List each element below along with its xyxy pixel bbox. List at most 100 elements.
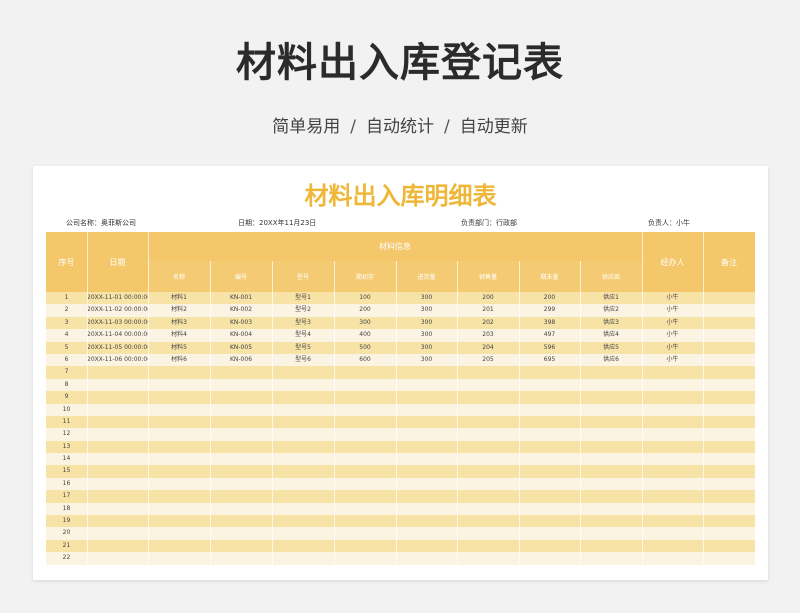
- table-row: 6 20XX-11-06 00:00:00 材料6 KN-006 型号6 600 300 20…: [46, 353, 755, 367]
- cell-name: [148, 404, 210, 416]
- cell-seq: 6: [64, 355, 69, 363]
- gridline: [272, 261, 273, 565]
- cell-supplier: [580, 490, 642, 502]
- cell-seq: 21: [62, 541, 71, 549]
- cell-closing: [519, 416, 580, 428]
- cell-seq: 18: [62, 504, 71, 512]
- cell-code: KN-005: [229, 343, 253, 351]
- table-row: 3 20XX-11-03 00:00:00 材料3 KN-003 型号3 300 300 20…: [46, 316, 755, 330]
- cell-date: [87, 404, 148, 416]
- cell-supplier: 供应2: [603, 306, 619, 314]
- cell-code: KN-003: [229, 318, 253, 326]
- cell-handler: [642, 465, 703, 477]
- cell-remark: [703, 342, 755, 354]
- cell-name: [148, 416, 210, 428]
- gridline: [87, 232, 88, 565]
- cell-in: [396, 391, 457, 403]
- cell-code: [210, 379, 272, 391]
- cell-date: [87, 540, 148, 552]
- cell-remark: [703, 552, 755, 564]
- cell-opening: [334, 540, 396, 552]
- cell-model: [272, 391, 334, 403]
- cell-handler: [642, 540, 703, 552]
- cell-name: 材料5: [171, 343, 187, 351]
- cell-model: [272, 503, 334, 515]
- cell-code: [210, 552, 272, 564]
- cell-supplier: 供应6: [603, 355, 619, 363]
- cell-handler: [642, 428, 703, 440]
- cell-closing: [519, 465, 580, 477]
- cell-date: 20XX-11-06 00:00:00: [87, 355, 148, 363]
- cell-remark: [703, 465, 755, 477]
- cell-name: [148, 465, 210, 477]
- cell-remark: [703, 329, 755, 341]
- cell-in: [396, 404, 457, 416]
- cell-model: [272, 465, 334, 477]
- sheet-title: 材料出入库明细表: [304, 182, 497, 210]
- cell-out: [457, 428, 519, 440]
- cell-date: [87, 503, 148, 515]
- cell-closing: [519, 379, 580, 391]
- cell-code: [210, 441, 272, 453]
- cell-model: [272, 540, 334, 552]
- cell-date: 20XX-11-05 00:00:00: [87, 343, 148, 351]
- cell-name: [148, 503, 210, 515]
- cell-handler: 小牛: [666, 294, 679, 301]
- cell-closing: 398: [543, 318, 556, 326]
- header-seq: 序号: [46, 232, 87, 292]
- cell-supplier: [580, 540, 642, 552]
- header-date: 日期: [87, 232, 148, 292]
- cell-name: 材料6: [171, 355, 187, 363]
- cell-date: [87, 515, 148, 527]
- cell-code: KN-006: [229, 355, 253, 363]
- cell-out: [457, 416, 519, 428]
- cell-date: [87, 391, 148, 403]
- cell-code: [210, 540, 272, 552]
- cell-date: 20XX-11-03 00:00:00: [87, 318, 148, 326]
- cell-remark: [703, 366, 755, 378]
- cell-model: 型号3: [295, 318, 311, 326]
- tagline-separator: /: [350, 117, 356, 137]
- cell-in: [396, 465, 457, 477]
- cell-in: 300: [420, 318, 433, 326]
- cell-opening: 100: [359, 294, 371, 301]
- cell-opening: [334, 465, 396, 477]
- gridline: [457, 261, 458, 565]
- page-title: 材料出入库登记表: [236, 40, 564, 86]
- company-name: 公司名称：奥菲斯公司: [66, 219, 136, 227]
- cell-handler: [642, 441, 703, 453]
- subheader-model: 型号: [272, 261, 334, 292]
- subheader-supplier: 供应商: [580, 261, 642, 292]
- cell-opening: [334, 478, 396, 490]
- cell-out: [457, 515, 519, 527]
- gridline: [334, 261, 335, 565]
- cell-in: [396, 540, 457, 552]
- cell-in: [396, 416, 457, 428]
- responsible-department: 负责部门：行政部: [461, 219, 517, 227]
- cell-remark: [703, 428, 755, 440]
- cell-date: [87, 453, 148, 465]
- cell-handler: [642, 552, 703, 564]
- cell-date: [87, 379, 148, 391]
- cell-model: 型号6: [295, 355, 311, 363]
- cell-opening: [334, 490, 396, 502]
- cell-out: [457, 478, 519, 490]
- cell-seq: 14: [62, 455, 71, 463]
- cell-seq: 11: [62, 417, 71, 425]
- cell-date: [87, 552, 148, 564]
- cell-remark: [703, 503, 755, 515]
- cell-seq: 1: [64, 294, 69, 301]
- tagline-part-3: 自动更新: [459, 117, 528, 137]
- cell-opening: 400: [359, 331, 371, 339]
- subheader-closing-qty: 期末量: [519, 261, 580, 292]
- table-row: 11: [46, 415, 755, 429]
- cell-closing: [519, 366, 580, 378]
- cell-name: [148, 515, 210, 527]
- cell-date: [87, 465, 148, 477]
- cell-date: [87, 441, 148, 453]
- cell-seq: 15: [62, 467, 71, 475]
- cell-handler: 小牛: [666, 331, 679, 339]
- subheader-purchase-qty: 进货量: [396, 261, 457, 292]
- cell-code: [210, 453, 272, 465]
- cell-in: [396, 515, 457, 527]
